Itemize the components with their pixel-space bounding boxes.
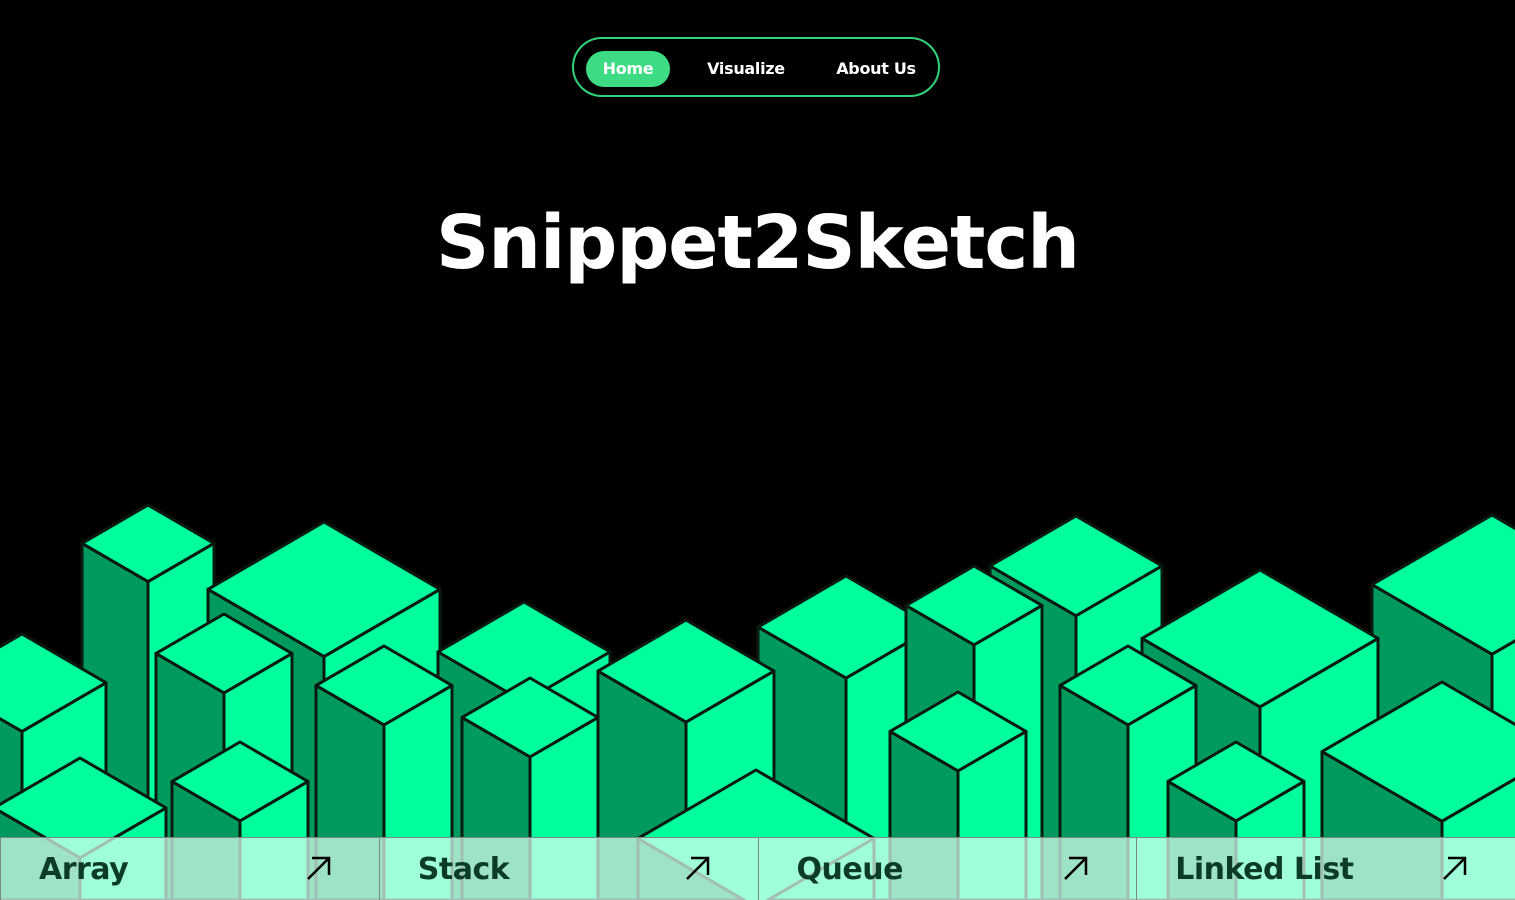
card-array-label: Array	[39, 852, 129, 887]
landing-page: Home Visualize About Us Snippet2Sketch A…	[0, 0, 1515, 900]
card-queue-label: Queue	[796, 852, 904, 887]
nav-visualize-button[interactable]: Visualize	[698, 51, 794, 87]
card-queue[interactable]: Queue	[757, 837, 1137, 900]
data-structure-cards: Array Stack Queue Linked List	[0, 837, 1515, 900]
isometric-cube-background	[0, 503, 1515, 900]
card-linked-list[interactable]: Linked List	[1136, 837, 1515, 900]
main-navigation: Home Visualize About Us	[572, 37, 940, 97]
card-linked-list-label: Linked List	[1175, 852, 1354, 887]
arrow-up-right-icon	[1064, 856, 1088, 880]
arrow-up-right-icon	[1443, 856, 1467, 880]
nav-about-us-button[interactable]: About Us	[826, 51, 926, 87]
page-title: Snippet2Sketch	[436, 200, 1080, 286]
card-stack[interactable]: Stack	[378, 837, 758, 900]
arrow-up-right-icon	[306, 856, 330, 880]
card-array[interactable]: Array	[0, 837, 379, 900]
arrow-up-right-icon	[685, 856, 709, 880]
nav-home-button[interactable]: Home	[586, 51, 670, 87]
card-stack-label: Stack	[417, 852, 510, 887]
